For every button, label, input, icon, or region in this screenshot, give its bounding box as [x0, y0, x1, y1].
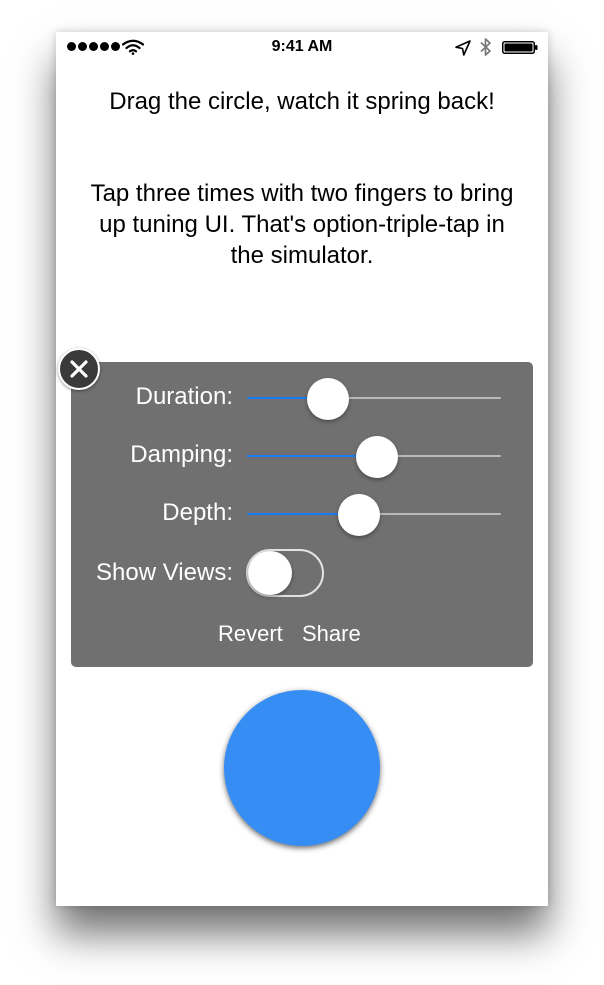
location-arrow-icon — [455, 40, 471, 56]
revert-button[interactable]: Revert — [218, 621, 283, 647]
battery-icon — [502, 41, 538, 54]
show-views-toggle[interactable] — [246, 549, 324, 597]
duration-slider[interactable] — [247, 378, 501, 420]
depth-slider[interactable] — [247, 494, 501, 536]
instruction-tap: Tap three times with two fingers to brin… — [90, 180, 514, 269]
draggable-circle[interactable] — [224, 690, 380, 846]
damping-slider[interactable] — [247, 436, 501, 478]
damping-label: Damping: — [130, 441, 233, 468]
slider-thumb[interactable] — [307, 378, 350, 420]
bluetooth-icon — [480, 38, 491, 56]
slider-thumb[interactable] — [355, 436, 398, 478]
toggle-knob — [248, 551, 292, 595]
instruction-drag: Drag the circle, watch it spring back! — [109, 88, 495, 115]
close-x-icon — [70, 360, 88, 378]
share-button[interactable]: Share — [302, 621, 361, 647]
depth-label: Depth: — [162, 499, 233, 526]
status-time: 9:41 AM — [271, 38, 333, 55]
duration-label: Duration: — [135, 383, 233, 410]
show-views-label: Show Views: — [96, 559, 233, 586]
slider-thumb[interactable] — [337, 494, 380, 536]
status-bar: 9:41 AM — [56, 32, 548, 62]
close-button[interactable] — [58, 348, 100, 390]
phone-screen: 9:41 AM Drag the circle, watch it spring… — [56, 32, 548, 906]
